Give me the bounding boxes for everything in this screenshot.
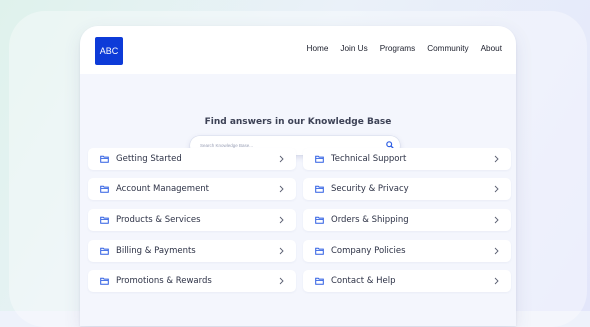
category-orders-shipping[interactable]: Orders & Shipping <box>303 209 511 231</box>
nav-community[interactable]: Community <box>427 44 468 53</box>
folder-icon <box>100 247 109 255</box>
chevron-right-icon <box>279 185 284 193</box>
chevron-right-icon <box>494 185 499 193</box>
nav-home[interactable]: Home <box>307 44 329 53</box>
category-label: Security & Privacy <box>331 184 409 194</box>
folder-icon <box>100 216 109 224</box>
category-contact-help[interactable]: Contact & Help <box>303 270 511 292</box>
category-label: Orders & Shipping <box>331 215 409 225</box>
nav-join-us[interactable]: Join Us <box>340 44 367 53</box>
category-label: Contact & Help <box>331 276 396 286</box>
nav-links: Home Join Us Programs Community About <box>307 44 502 53</box>
category-label: Company Policies <box>331 246 406 256</box>
category-account-management[interactable]: Account Management <box>88 178 296 200</box>
folder-icon <box>315 277 324 285</box>
chevron-right-icon <box>279 277 284 285</box>
chevron-right-icon <box>494 216 499 224</box>
nav-about[interactable]: About <box>481 44 502 53</box>
category-technical-support[interactable]: Technical Support <box>303 148 511 170</box>
page-title: Find answers in our Knowledge Base <box>204 117 392 127</box>
folder-icon <box>315 216 324 224</box>
category-billing-payments[interactable]: Billing & Payments <box>88 240 296 262</box>
folder-icon <box>100 185 109 193</box>
category-label: Technical Support <box>331 154 407 164</box>
chevron-right-icon <box>279 216 284 224</box>
folder-icon <box>315 155 324 163</box>
chevron-right-icon <box>494 277 499 285</box>
chevron-right-icon <box>279 247 284 255</box>
chevron-right-icon <box>494 155 499 163</box>
category-promotions-rewards[interactable]: Promotions & Rewards <box>88 270 296 292</box>
category-label: Getting Started <box>116 154 182 164</box>
category-getting-started[interactable]: Getting Started <box>88 148 296 170</box>
folder-icon <box>315 247 324 255</box>
category-label: Account Management <box>116 184 210 194</box>
category-label: Billing & Payments <box>116 246 196 256</box>
abc-logo[interactable]: ABC <box>95 37 123 65</box>
folder-icon <box>100 277 109 285</box>
folder-icon <box>100 155 109 163</box>
chevron-right-icon <box>279 155 284 163</box>
category-company-policies[interactable]: Company Policies <box>303 240 511 262</box>
nav-programs[interactable]: Programs <box>380 44 416 53</box>
category-label: Products & Services <box>116 215 201 225</box>
category-products-services[interactable]: Products & Services <box>88 209 296 231</box>
category-security-privacy[interactable]: Security & Privacy <box>303 178 511 200</box>
folder-icon <box>315 185 324 193</box>
chevron-right-icon <box>494 247 499 255</box>
top-navbar: ABC Home Join Us Programs Community Abou… <box>80 26 516 74</box>
browser-window: ABC Home Join Us Programs Community Abou… <box>80 26 516 326</box>
category-label: Promotions & Rewards <box>116 276 212 286</box>
